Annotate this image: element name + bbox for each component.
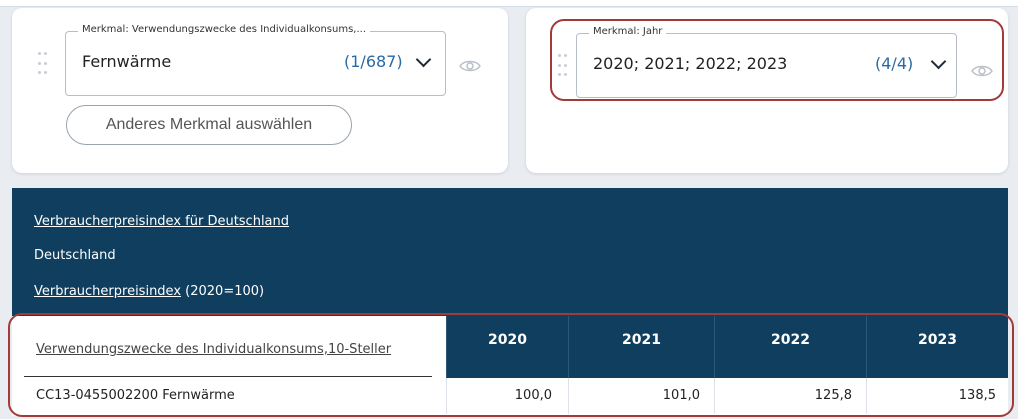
row-header-cell: Verwendungszwecke des Individualkonsums,… bbox=[12, 316, 446, 378]
purpose-select[interactable]: Merkmal: Verwendungszwecke des Individua… bbox=[65, 24, 446, 96]
eye-icon[interactable] bbox=[458, 58, 482, 74]
row-header-link[interactable]: Verwendungszwecke des Individualkonsums,… bbox=[36, 342, 391, 357]
drag-handle-icon[interactable] bbox=[38, 52, 48, 78]
filter-card-purpose: Merkmal: Verwendungszwecke des Individua… bbox=[12, 8, 508, 173]
measure-suffix: (2020=100) bbox=[181, 284, 265, 299]
chevron-down-icon[interactable] bbox=[930, 53, 947, 70]
cell-value-2023: 138,5 bbox=[958, 388, 996, 403]
row-header-divider bbox=[24, 376, 432, 377]
purpose-select-legend: Merkmal: Verwendungszwecke des Individua… bbox=[78, 24, 370, 35]
drag-handle-icon[interactable] bbox=[558, 54, 568, 80]
purpose-select-count: (1/687) bbox=[344, 52, 403, 71]
row-label: CC13-0455002200 Fernwärme bbox=[36, 388, 235, 403]
filter-card-year: Merkmal: Jahr 2020; 2021; 2022; 2023 (4/… bbox=[526, 8, 1008, 173]
year-select-legend: Merkmal: Jahr bbox=[589, 26, 667, 37]
measure-link[interactable]: Verbraucherpreisindex bbox=[34, 284, 181, 299]
region-label: Deutschland bbox=[34, 248, 116, 263]
eye-icon[interactable] bbox=[970, 63, 994, 79]
cell-value-2021: 101,0 bbox=[662, 388, 700, 403]
year-header-2022[interactable]: 2022 bbox=[714, 316, 866, 378]
cell-value-2020: 100,0 bbox=[514, 388, 552, 403]
other-feature-button[interactable]: Anderes Merkmal auswählen bbox=[66, 105, 352, 145]
purpose-select-value: Fernwärme bbox=[82, 52, 172, 71]
chevron-down-icon[interactable] bbox=[415, 51, 432, 68]
measure-line: Verbraucherpreisindex (2020=100) bbox=[34, 284, 264, 299]
table-row: CC13-0455002200 Fernwärme 100,0 101,0 12… bbox=[12, 378, 1008, 414]
statistic-title-link[interactable]: Verbraucherpreisindex für Deutschland bbox=[34, 214, 289, 229]
data-table: Verwendungszwecke des Individualkonsums,… bbox=[12, 316, 1008, 416]
year-select-value: 2020; 2021; 2022; 2023 bbox=[593, 54, 788, 73]
window-top-edge bbox=[0, 0, 1018, 7]
table-info-panel: Verbraucherpreisindex für Deutschland De… bbox=[12, 188, 1008, 316]
year-header-2023[interactable]: 2023 bbox=[866, 316, 1008, 378]
year-select[interactable]: Merkmal: Jahr 2020; 2021; 2022; 2023 (4/… bbox=[576, 26, 957, 98]
year-header-2021[interactable]: 2021 bbox=[568, 316, 714, 378]
cell-value-2022: 125,8 bbox=[814, 388, 852, 403]
year-select-count: (4/4) bbox=[875, 54, 914, 73]
year-header-2020[interactable]: 2020 bbox=[446, 316, 568, 378]
